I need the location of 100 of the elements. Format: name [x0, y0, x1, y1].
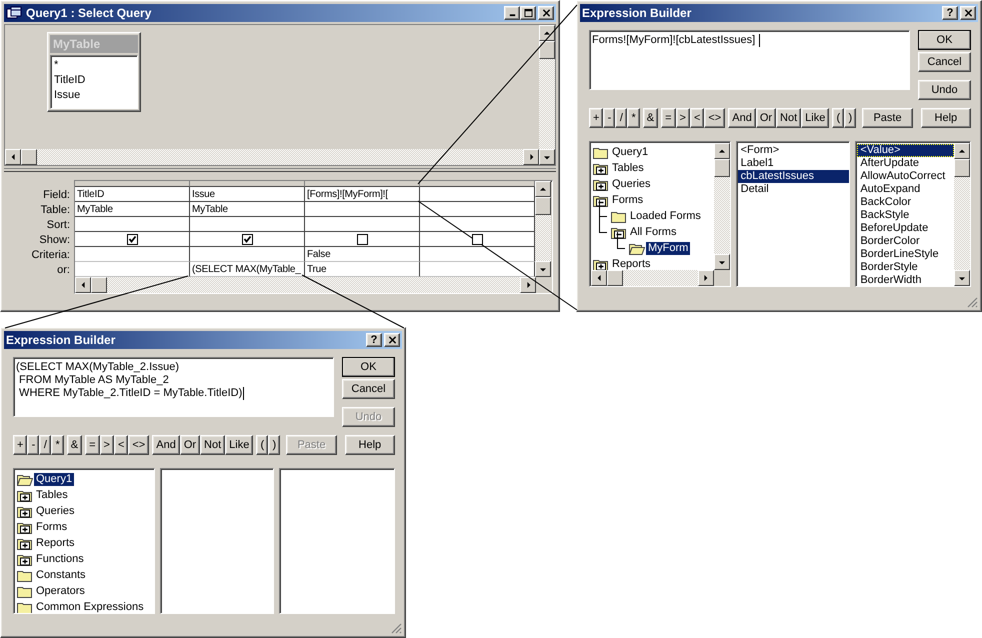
- operator-button[interactable]: >: [100, 435, 114, 455]
- scroll-right-button[interactable]: [520, 277, 536, 293]
- scroll-down-button[interactable]: [535, 261, 551, 277]
- operator-button[interactable]: *: [627, 108, 640, 128]
- field-item[interactable]: *: [54, 58, 134, 73]
- operator-button[interactable]: Not: [200, 435, 226, 455]
- grid-cell[interactable]: Issue: [190, 187, 305, 202]
- operator-button[interactable]: >: [676, 108, 690, 128]
- tree-item[interactable]: Loaded Forms: [628, 210, 703, 222]
- expression-box[interactable]: Forms![MyForm]![cbLatestIssues]: [589, 30, 910, 90]
- tree-item[interactable]: Reports: [34, 536, 77, 550]
- grid-cell[interactable]: [75, 247, 190, 262]
- column-selector[interactable]: [305, 181, 420, 187]
- dialog-button[interactable]: OK: [918, 30, 971, 50]
- tree-item[interactable]: Constants: [34, 568, 88, 582]
- list-item[interactable]: <Value>: [857, 144, 954, 157]
- close-button[interactable]: [538, 6, 554, 20]
- horizontal-scrollbar[interactable]: [5, 149, 539, 165]
- operator-button[interactable]: +: [13, 435, 28, 455]
- grid-cell[interactable]: [190, 217, 305, 232]
- minimize-button[interactable]: [504, 6, 520, 20]
- scroll-thumb[interactable]: [607, 270, 623, 286]
- grid-cell[interactable]: [Forms]![MyForm]![: [305, 187, 420, 202]
- grid-cell[interactable]: TitleID: [75, 187, 190, 202]
- operator-button[interactable]: Like: [801, 108, 830, 128]
- horizontal-scrollbar[interactable]: [591, 270, 714, 286]
- operator-button[interactable]: <: [690, 108, 704, 128]
- scroll-up-button[interactable]: [954, 143, 970, 159]
- list-item[interactable]: Detail: [738, 183, 850, 196]
- operator-button[interactable]: <>: [128, 435, 150, 455]
- grid-cell[interactable]: [305, 202, 420, 217]
- grid-cell[interactable]: [305, 217, 420, 232]
- operator-button[interactable]: /: [615, 108, 628, 128]
- grid-cell[interactable]: [75, 232, 190, 247]
- vertical-scrollbar[interactable]: [535, 181, 551, 277]
- operator-button[interactable]: Or: [180, 435, 200, 455]
- list-item[interactable]: <Form>: [738, 144, 850, 157]
- scroll-right-button[interactable]: [698, 270, 714, 286]
- vertical-scrollbar[interactable]: [539, 25, 555, 165]
- operator-button[interactable]: ): [844, 108, 856, 128]
- dialog-button[interactable]: Cancel: [342, 379, 395, 399]
- tree-item[interactable]: Operators: [34, 584, 87, 598]
- maximize-button[interactable]: [520, 6, 536, 20]
- tree-item[interactable]: Queries: [610, 178, 653, 190]
- list-item[interactable]: AllowAutoCorrect: [857, 170, 954, 183]
- scroll-thumb[interactable]: [535, 197, 551, 215]
- resize-grip-icon[interactable]: [966, 296, 978, 308]
- tree-item[interactable]: Tables: [610, 162, 646, 174]
- tree-item[interactable]: Reports: [610, 258, 653, 270]
- dialog-button[interactable]: Help: [920, 108, 971, 128]
- tree-item[interactable]: Query1: [610, 146, 650, 158]
- vertical-scrollbar[interactable]: [954, 143, 970, 286]
- dialog-button[interactable]: Paste: [862, 108, 913, 128]
- grid-cell[interactable]: [190, 232, 305, 247]
- grid-cell[interactable]: [75, 217, 190, 232]
- tree-item[interactable]: Query1: [34, 472, 74, 486]
- tree-item[interactable]: All Forms: [628, 226, 678, 238]
- column-selector[interactable]: [420, 181, 535, 187]
- operator-button[interactable]: (: [256, 435, 268, 455]
- operator-button[interactable]: Or: [756, 108, 776, 128]
- scroll-down-button[interactable]: [954, 270, 970, 286]
- operator-button[interactable]: /: [39, 435, 52, 455]
- scroll-thumb[interactable]: [539, 41, 555, 59]
- operator-button[interactable]: Not: [776, 108, 802, 128]
- scroll-thumb[interactable]: [714, 159, 730, 177]
- table-field-list[interactable]: MyTable * TitleID Issue: [47, 32, 141, 112]
- show-checkbox[interactable]: [356, 234, 368, 244]
- scroll-right-button[interactable]: [523, 149, 539, 165]
- help-button[interactable]: ?: [366, 333, 382, 347]
- column-selector[interactable]: [75, 181, 190, 187]
- grid-cell[interactable]: MyTable: [75, 202, 190, 217]
- close-button[interactable]: [384, 333, 400, 347]
- list-item[interactable]: BorderStyle: [857, 261, 954, 274]
- grid-cell[interactable]: [305, 232, 420, 247]
- grid-cell[interactable]: MyTable: [190, 202, 305, 217]
- scroll-up-button[interactable]: [535, 181, 551, 197]
- operator-button[interactable]: Like: [225, 435, 254, 455]
- scroll-left-button[interactable]: [5, 149, 21, 165]
- operator-button[interactable]: =: [85, 435, 100, 455]
- operator-button[interactable]: -: [603, 108, 616, 128]
- scroll-up-button[interactable]: [539, 25, 555, 41]
- operator-button[interactable]: +: [589, 108, 604, 128]
- operator-button[interactable]: -: [27, 435, 40, 455]
- list-item[interactable]: cbLatestIssues: [738, 170, 850, 183]
- column-selector[interactable]: [190, 181, 305, 187]
- tree-item[interactable]: Forms: [610, 194, 646, 206]
- dialog-button[interactable]: Cancel: [918, 52, 971, 72]
- scroll-thumb[interactable]: [91, 277, 107, 293]
- field-item[interactable]: Issue: [54, 88, 134, 103]
- expression-box[interactable]: (SELECT MAX(MyTable_2.Issue) FROM MyTable AS MyTable_2 WHERE MyTable_2.TitleID = MyTable.TitleID): [13, 357, 334, 417]
- help-button[interactable]: ?: [942, 6, 958, 20]
- operator-button[interactable]: And: [152, 435, 180, 455]
- dialog-button[interactable]: Undo: [918, 80, 971, 100]
- grid-cell[interactable]: False: [305, 247, 420, 262]
- close-button[interactable]: [960, 6, 976, 20]
- scroll-up-button[interactable]: [714, 143, 730, 159]
- scroll-down-button[interactable]: [714, 254, 730, 270]
- show-checkbox[interactable]: [126, 234, 138, 244]
- scroll-left-button[interactable]: [75, 277, 91, 293]
- operator-button[interactable]: (: [832, 108, 844, 128]
